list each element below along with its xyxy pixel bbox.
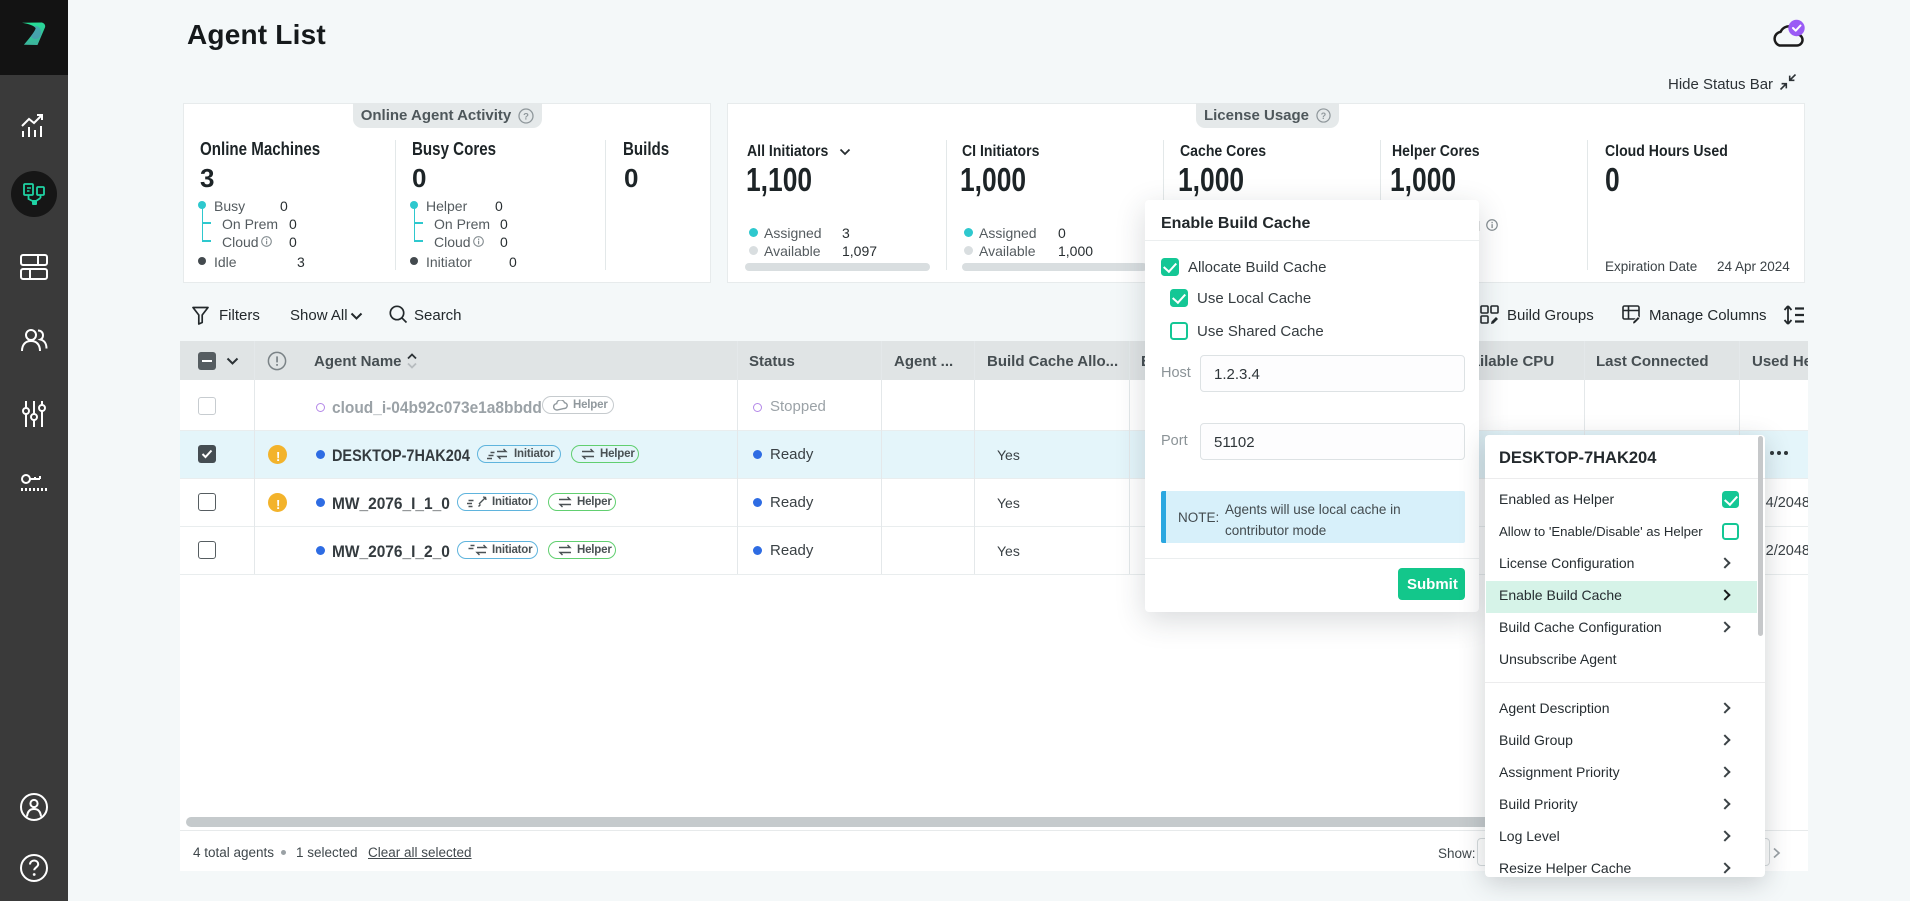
- svg-text:?: ?: [1321, 111, 1326, 121]
- svg-text:?: ?: [523, 111, 529, 122]
